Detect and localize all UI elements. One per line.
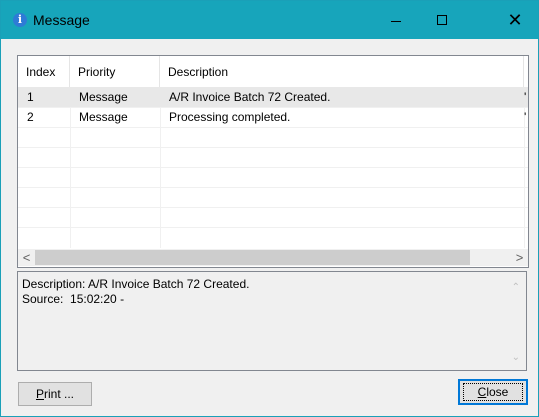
close-window-button[interactable]: ✕	[492, 1, 538, 39]
focus-rectangle	[463, 383, 523, 401]
print-mnemonic: P	[35, 387, 44, 401]
column-header-description[interactable]: Description	[160, 56, 524, 87]
column-header-source[interactable]: S	[524, 56, 528, 87]
title-bar[interactable]: i Message ✕	[1, 1, 538, 39]
cell-description: Processing completed.	[169, 110, 291, 124]
table-row[interactable]: 1 Message A/R Invoice Batch 72 Created. …	[18, 87, 528, 107]
grid-line	[18, 167, 528, 168]
message-details[interactable]: Description: A/R Invoice Batch 72 Create…	[17, 271, 527, 371]
maximize-button[interactable]	[419, 1, 465, 39]
message-dialog: i Message ✕ Index Priority Description S…	[0, 0, 539, 417]
cell-priority: Message	[79, 90, 128, 104]
details-text: Description: A/R Invoice Batch 72 Create…	[22, 277, 249, 307]
window-title: Message	[33, 12, 90, 28]
print-button[interactable]: Print ...	[18, 382, 92, 406]
print-label: rint ...	[44, 387, 75, 401]
table-row[interactable]: 2 Message Processing completed. '	[18, 107, 528, 127]
minimize-icon	[391, 21, 401, 22]
cell-index: 1	[27, 90, 34, 104]
scroll-down-icon[interactable]: ⌄	[512, 352, 520, 363]
scrollbar-thumb[interactable]	[35, 250, 470, 265]
maximize-icon	[437, 15, 447, 25]
grid-line	[18, 207, 528, 208]
cell-priority: Message	[79, 110, 128, 124]
close-button[interactable]: Close	[458, 379, 528, 405]
cell-source: '	[524, 110, 527, 124]
scroll-left-icon[interactable]: <	[18, 249, 35, 266]
scroll-up-icon[interactable]: ⌃	[512, 282, 520, 293]
minimize-button[interactable]	[373, 1, 419, 39]
horizontal-scrollbar[interactable]: < >	[18, 249, 528, 266]
column-header-priority[interactable]: Priority	[70, 56, 160, 87]
grid-line	[18, 187, 528, 188]
info-icon: i	[13, 13, 27, 27]
cell-index: 2	[27, 110, 34, 124]
grid-line	[18, 127, 528, 128]
grid-line	[18, 227, 528, 228]
column-header-index[interactable]: Index	[18, 56, 70, 87]
scroll-right-icon[interactable]: >	[511, 249, 528, 266]
cell-source: '	[524, 90, 527, 104]
message-list[interactable]: Index Priority Description S 1 Message A…	[17, 55, 529, 268]
close-icon: ✕	[507, 10, 523, 30]
cell-description: A/R Invoice Batch 72 Created.	[169, 90, 331, 104]
details-description: Description: A/R Invoice Batch 72 Create…	[22, 277, 250, 291]
details-source: Source: 15:02:20 -	[22, 292, 125, 306]
grid-line	[18, 147, 528, 148]
list-header: Index Priority Description S	[18, 56, 528, 87]
